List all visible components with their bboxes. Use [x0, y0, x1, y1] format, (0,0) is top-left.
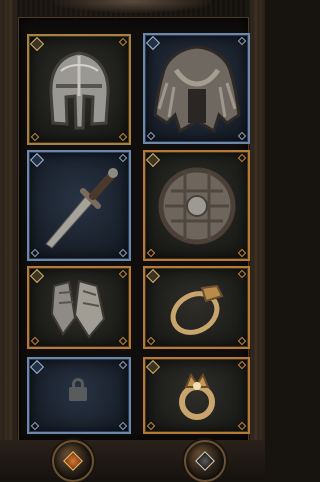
- corner-ornament-icon: [30, 421, 40, 431]
- silver-diamond-icon: [195, 451, 215, 471]
- equipment-panel: [0, 0, 265, 482]
- cape-slot[interactable]: [143, 33, 250, 144]
- corner-ornament-icon: [146, 336, 156, 346]
- corner-ornament-icon: [30, 132, 40, 142]
- corner-ornament-icon: [146, 248, 156, 258]
- gloves-slot[interactable]: [27, 266, 131, 349]
- dagger-slot[interactable]: [27, 150, 131, 261]
- corner-ornament-icon: [118, 269, 128, 279]
- corner-ornament-icon: [237, 153, 247, 163]
- corner-ornament-icon: [118, 421, 128, 431]
- ring-slot[interactable]: [143, 266, 250, 349]
- helmet-slot[interactable]: [27, 34, 131, 145]
- ring-icon: [162, 273, 232, 343]
- corner-ornament-icon: [118, 132, 128, 142]
- quality-gem-icon: [29, 359, 45, 375]
- corner-ornament-icon: [118, 360, 128, 370]
- orange-diamond-button[interactable]: [52, 440, 94, 482]
- corner-ornament-icon: [237, 336, 247, 346]
- gauntlets-icon: [44, 273, 114, 343]
- silver-diamond-button[interactable]: [184, 440, 226, 482]
- corner-ornament-icon: [118, 336, 128, 346]
- corner-ornament-icon: [146, 421, 156, 431]
- crown-ring-slot[interactable]: [143, 357, 250, 434]
- orange-diamond-icon: [63, 451, 83, 471]
- corner-ornament-icon: [30, 248, 40, 258]
- fur-cape-icon: [149, 39, 245, 139]
- corner-ornament-icon: [237, 360, 247, 370]
- dagger-icon: [38, 162, 120, 250]
- corner-ornament-icon: [118, 248, 128, 258]
- top-ornament: [54, 0, 211, 13]
- round-shield-icon: [157, 166, 237, 246]
- helmet-icon: [41, 48, 117, 132]
- crown-ring-icon: [168, 367, 226, 425]
- corner-ornament-icon: [30, 336, 40, 346]
- quality-gem-icon: [145, 268, 161, 284]
- quality-gem-icon: [145, 359, 161, 375]
- lock-body-icon: [69, 387, 87, 401]
- corner-ornament-icon: [237, 421, 247, 431]
- shield-slot[interactable]: [143, 150, 250, 261]
- corner-ornament-icon: [118, 37, 128, 47]
- quality-gem-icon: [29, 268, 45, 284]
- corner-ornament-icon: [237, 248, 247, 258]
- corner-ornament-icon: [237, 269, 247, 279]
